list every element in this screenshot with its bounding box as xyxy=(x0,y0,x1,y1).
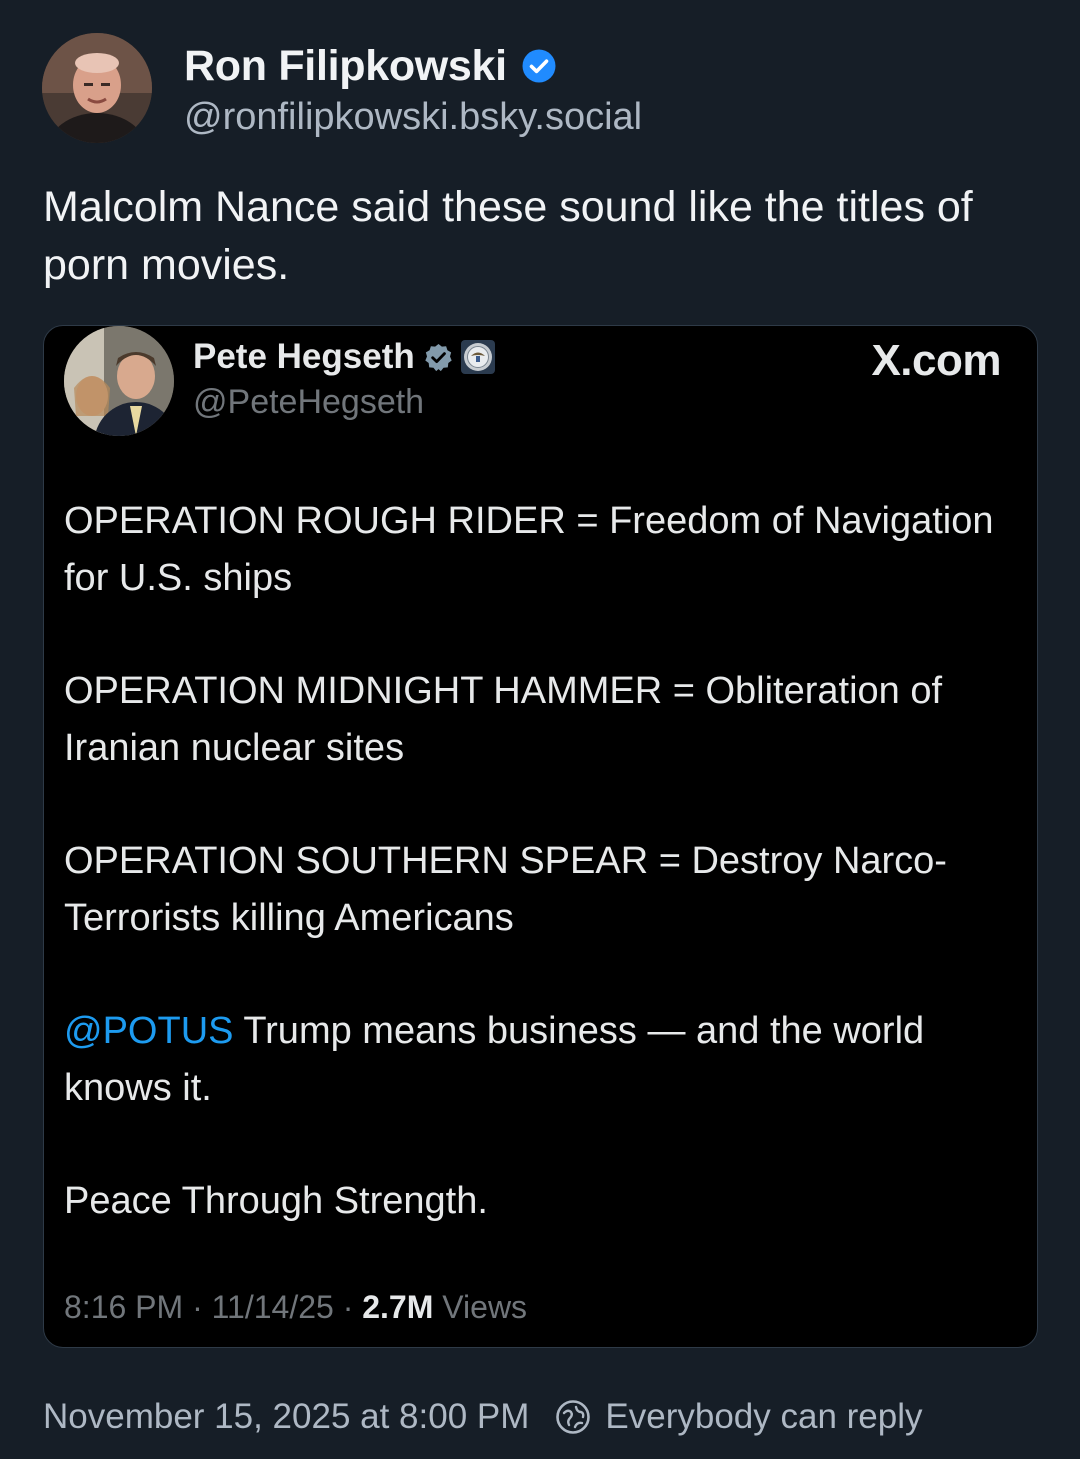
mention-link: @POTUS xyxy=(64,1010,234,1052)
embed-name-row: Pete Hegseth xyxy=(193,334,496,380)
views-count: 2.7M xyxy=(362,1289,434,1325)
post-container: Ron Filipkowski @ronfilipkowski.bsky.soc… xyxy=(0,0,1080,1459)
verified-badge-icon xyxy=(423,342,454,373)
tweet-paragraph: OPERATION MIDNIGHT HAMMER = Obliteration… xyxy=(64,670,943,769)
post-timestamp: November 15, 2025 at 8:00 PM xyxy=(43,1397,530,1436)
embed-tweet-meta: 8:16 PM · 11/14/25 · 2.7M Views xyxy=(64,1289,527,1326)
embed-author-avatar xyxy=(64,326,174,436)
government-seal-icon xyxy=(460,339,496,375)
author-name[interactable]: Ron Filipkowski xyxy=(184,42,507,91)
author-handle[interactable]: @ronfilipkowski.bsky.social xyxy=(184,96,642,139)
post-footer: November 15, 2025 at 8:00 PM Everybody c… xyxy=(43,1393,923,1441)
embed-author-handle: @PeteHegseth xyxy=(193,383,425,421)
embed-tweet-body: OPERATION ROUGH RIDER = Freedom of Navig… xyxy=(64,493,1024,1230)
embed-time: 8:16 PM xyxy=(64,1289,184,1325)
tweet-paragraph: Peace Through Strength. xyxy=(64,1180,488,1222)
post-text: Malcolm Nance said these sound like the … xyxy=(43,183,973,289)
embed-date: 11/14/25 xyxy=(211,1289,334,1325)
tweet-paragraph: OPERATION ROUGH RIDER = Freedom of Navig… xyxy=(64,500,994,599)
source-brand: X.com xyxy=(871,336,1001,385)
views-label: Views xyxy=(442,1289,528,1325)
embedded-image[interactable]: Pete Hegseth @PeteHegseth X.com OPERATIO… xyxy=(43,325,1038,1348)
meta-separator: · xyxy=(333,1289,363,1325)
embed-author-name: Pete Hegseth xyxy=(193,337,415,376)
meta-separator: · xyxy=(183,1289,212,1325)
author-avatar[interactable] xyxy=(42,33,152,143)
author-name-row: Ron Filipkowski xyxy=(184,38,557,94)
tweet-paragraph: OPERATION SOUTHERN SPEAR = Destroy Narco… xyxy=(64,840,947,939)
everybody-can-reply-icon xyxy=(555,1399,591,1435)
tweet-paragraph: @POTUS Trump means business — and the wo… xyxy=(64,1003,1024,1117)
verified-badge-icon xyxy=(521,48,557,84)
reply-setting-label[interactable]: Everybody can reply xyxy=(605,1397,922,1437)
